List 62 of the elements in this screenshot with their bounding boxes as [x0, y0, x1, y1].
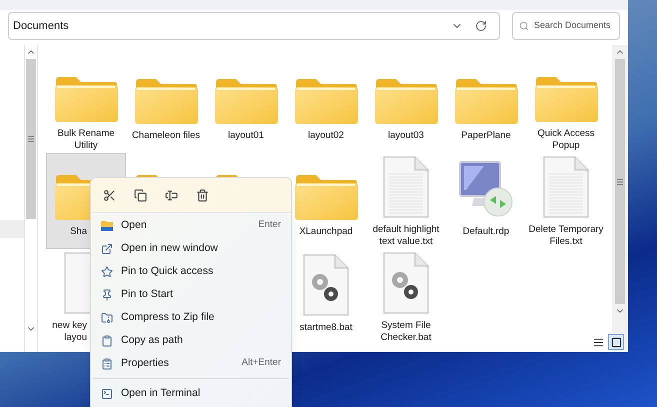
file-name: Sha: [69, 226, 87, 238]
zip-folder-icon: [101, 312, 113, 324]
file-name: XLaunchpad: [298, 226, 354, 238]
file-name: Chameleon files: [130, 130, 202, 142]
refresh-icon[interactable]: [475, 20, 487, 32]
address-path: Documents: [13, 18, 70, 34]
properties-icon: [101, 358, 113, 370]
tiles-view-button[interactable]: [608, 334, 624, 350]
file-name: default highlight text value.txt: [372, 224, 440, 248]
file-name: layout01: [227, 130, 265, 142]
menu-label: Open in Terminal: [121, 386, 202, 401]
folder-icon: [294, 78, 358, 124]
nav-scrollbar[interactable]: [24, 45, 38, 352]
terminal-icon: [101, 388, 113, 400]
file-name: Quick Access Popup: [536, 128, 596, 152]
menu-item[interactable]: Open in Terminal: [91, 382, 291, 405]
file-name: layout02: [307, 130, 345, 142]
file-name: layout03: [387, 130, 425, 142]
square-icon: [610, 336, 622, 348]
batch-file-icon: [383, 252, 429, 314]
folder-icon: [101, 220, 113, 231]
file-name: PaperPlane: [460, 130, 512, 142]
folder-icon: [454, 78, 518, 124]
search-input[interactable]: Search Documents: [534, 19, 618, 33]
folder-icon: [294, 174, 358, 220]
grip-icon: [27, 135, 35, 143]
new-window-icon: [101, 242, 113, 254]
content-scrollbar[interactable]: [612, 45, 628, 352]
menu-label: Properties: [121, 356, 170, 371]
shortcut-label: Alt+Enter: [242, 356, 281, 370]
folder-icon: [54, 76, 118, 122]
file-name: Default.rdp: [462, 226, 510, 238]
star-icon: [101, 266, 113, 278]
menu-item[interactable]: Properties Alt+Enter: [91, 352, 291, 375]
shortcut-label: Enter: [258, 218, 281, 232]
file-name: System File Checker.bat: [380, 320, 432, 344]
cut-icon[interactable]: [103, 188, 116, 202]
file-name: Bulk Rename Utility: [56, 128, 116, 152]
text-file-icon: [543, 156, 589, 218]
folder-icon: [134, 78, 198, 124]
pin-icon: [101, 288, 113, 300]
folder-icon: [214, 78, 278, 124]
folder-icon: [534, 76, 598, 122]
grip-icon: [616, 178, 624, 186]
list-lines-icon: [592, 336, 604, 348]
batch-file-icon: [303, 254, 349, 316]
copy-icon[interactable]: [134, 188, 147, 202]
text-file-icon: [64, 252, 92, 314]
scrollbar-thumb[interactable]: [615, 59, 625, 304]
text-file-icon: [383, 156, 429, 218]
search-icon: [519, 21, 529, 31]
folder-icon: [374, 78, 438, 124]
rename-icon[interactable]: [165, 188, 178, 202]
file-name: startme8.bat: [298, 322, 354, 334]
scrollbar-thumb[interactable]: [26, 59, 36, 219]
search-field[interactable]: Search Documents: [512, 12, 620, 40]
file-name: new key layou: [51, 320, 87, 344]
delete-icon[interactable]: [196, 188, 209, 202]
clipboard-icon: [101, 334, 113, 346]
file-name: Delete Temporary Files.txt: [528, 224, 604, 248]
folder-icon: [54, 174, 92, 220]
address-bar[interactable]: Documents: [8, 12, 500, 40]
